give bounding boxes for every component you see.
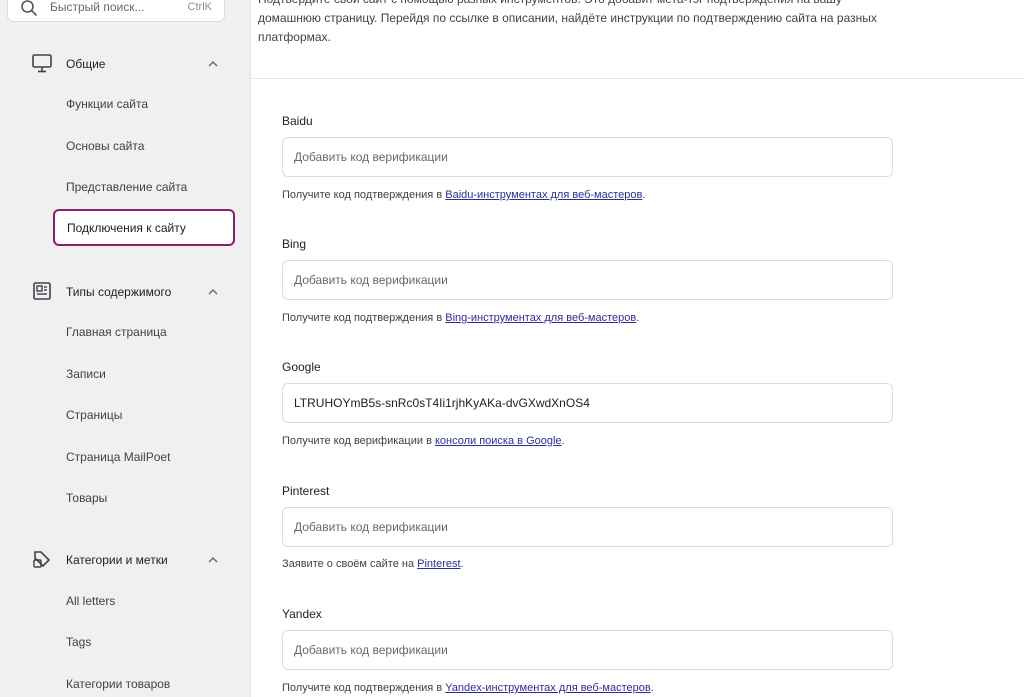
baidu-label: Baidu [282,114,313,128]
sidebar-item-site-connections[interactable]: Подключения к сайту [53,209,235,246]
pinterest-verification-input[interactable] [282,507,893,547]
sidebar-item-site-representation[interactable]: Представление сайта [66,180,187,194]
baidu-verification-input[interactable] [282,137,893,177]
help-text: Получите код подтверждения в [282,682,446,694]
search-icon [21,0,37,16]
bing-verification-input[interactable] [282,260,893,300]
sidebar-item-product-categories[interactable]: Категории товаров [66,677,170,691]
bing-help: Получите код подтверждения в Bing-инстру… [282,312,639,324]
bing-label: Bing [282,237,307,251]
google-verification-input[interactable] [282,383,893,423]
help-text: Получите код верификации в [282,435,435,447]
search-shortcut: CtrlK [187,1,212,13]
sidebar-item-products[interactable]: Товары [66,491,107,505]
pinterest-label: Pinterest [282,484,330,498]
sidebar-item-mailpoet-page[interactable]: Страница MailPoet [66,450,170,464]
help-text: Получите код подтверждения в [282,312,446,324]
sidebar-section-general[interactable]: Общие [0,52,251,76]
sidebar-item-home-page[interactable]: Главная страница [66,325,167,339]
pinterest-help: Заявите о своём сайте на Pinterest. [282,558,464,570]
google-help: Получите код верификации в консоли поиск… [282,435,565,447]
baidu-webmaster-link[interactable]: Baidu-инструментах для веб-мастеров [445,189,642,201]
sidebar-item-posts[interactable]: Записи [66,367,106,381]
help-suffix: . [561,435,565,447]
yandex-label: Yandex [282,607,322,621]
help-suffix: . [636,312,640,324]
help-suffix: . [650,682,654,694]
yandex-help: Получите код подтверждения в Yandex-инст… [282,682,654,694]
yandex-verification-input[interactable] [282,630,893,670]
help-suffix: . [642,189,646,201]
taxonomy-icon [33,551,51,568]
help-text: Получите код подтверждения в [282,189,446,201]
chevron-up-icon[interactable] [206,285,220,299]
sidebar-section-categories-tags[interactable]: Категории и метки [0,548,251,572]
google-label: Google [282,360,321,374]
sidebar-section-content-types[interactable]: Типы содержимого [0,280,251,304]
sidebar-item-tags[interactable]: Tags [66,635,91,649]
sidebar: Быстрый поиск... CtrlK Общие Функции сай… [0,0,251,697]
quick-search[interactable]: Быстрый поиск... CtrlK [7,0,225,22]
chevron-up-icon[interactable] [206,553,220,567]
sidebar-item-site-features[interactable]: Функции сайта [66,97,148,111]
divider [251,78,1024,79]
sidebar-item-site-basics[interactable]: Основы сайта [66,139,144,153]
sidebar-section-label: Категории и метки [66,553,168,567]
google-search-console-link[interactable]: консоли поиска в Google [435,435,562,447]
desktop-icon [32,54,52,73]
sidebar-item-all-letters[interactable]: All letters [66,594,115,608]
intro-text: Подтвердите свой сайт с помощью разных и… [258,0,877,44]
yandex-webmaster-link[interactable]: Yandex-инструментах для веб-мастеров [445,682,650,694]
main-content: Подтвердите свой сайт с помощью разных и… [251,0,1024,697]
content-types-icon [33,282,51,300]
pinterest-link[interactable]: Pinterest [417,558,460,570]
sidebar-section-label: Типы содержимого [66,285,172,299]
bing-webmaster-link[interactable]: Bing-инструментах для веб-мастеров [445,312,636,324]
sidebar-item-pages[interactable]: Страницы [66,408,122,422]
chevron-up-icon[interactable] [206,57,220,71]
baidu-help: Получите код подтверждения в Baidu-инстр… [282,189,645,201]
help-suffix: . [460,558,464,570]
help-text: Заявите о своём сайте на [282,558,418,570]
search-placeholder: Быстрый поиск... [50,0,145,14]
sidebar-section-label: Общие [66,57,106,71]
